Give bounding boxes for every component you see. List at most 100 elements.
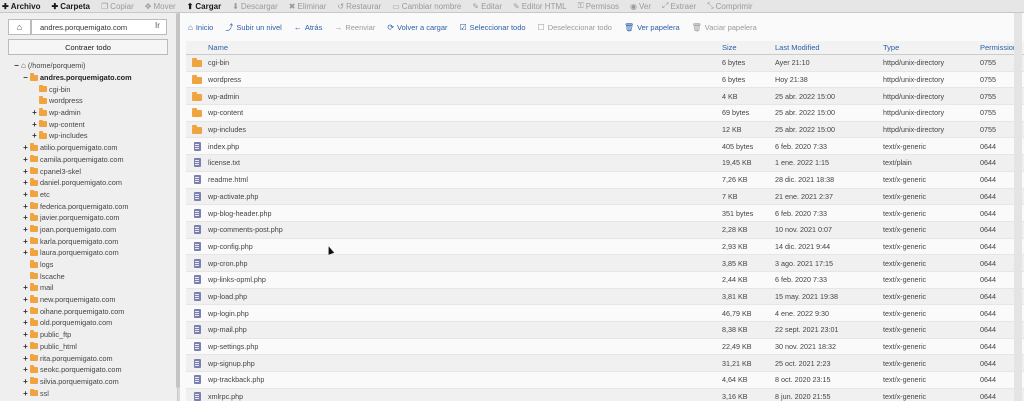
tree-item[interactable]: lscache <box>0 270 175 282</box>
table-row[interactable]: index.php 405 bytes 6 feb. 2020 7:33 text/x… <box>186 138 1024 156</box>
expand-icon[interactable]: + <box>22 202 29 211</box>
expand-icon[interactable]: + <box>22 178 29 187</box>
expand-icon[interactable]: + <box>22 377 29 386</box>
go-button[interactable]: Ir <box>155 21 160 30</box>
expand-icon[interactable]: + <box>22 318 29 327</box>
action-seleccionar-todo-button[interactable]: ☑ Seleccionar todo <box>460 23 526 32</box>
tree-item[interactable]: logs <box>0 259 175 271</box>
toolbar-cambiar-nombre-button[interactable]: ▭ Cambiar nombre <box>392 2 461 11</box>
expand-icon[interactable]: + <box>22 143 29 152</box>
tree-item[interactable]: + silvia.porquemigato.com <box>0 376 175 388</box>
header-type[interactable]: Type <box>883 43 980 52</box>
toolbar-descargar-button[interactable]: ⬇ Descargar <box>232 2 278 11</box>
tree-item[interactable]: + old.porquemigato.com <box>0 317 175 329</box>
tree-item[interactable]: + karla.porquemigato.com <box>0 235 175 247</box>
expand-icon[interactable]: + <box>22 167 29 176</box>
tree-item[interactable]: + wp-includes <box>0 130 175 142</box>
tree-item[interactable]: wordpress <box>0 95 175 107</box>
collapse-icon[interactable]: − <box>22 73 29 82</box>
toolbar-extraer-button[interactable]: ⤢ Extraer <box>662 1 696 11</box>
tree-item[interactable]: + cpanel3-skel <box>0 165 175 177</box>
toolbar-editor-html-button[interactable]: ✎ Editor HTML <box>513 2 567 11</box>
page-scrollbar[interactable] <box>1014 13 1022 401</box>
tree-item[interactable]: + new.porquemigato.com <box>0 294 175 306</box>
table-row[interactable]: cgi-bin 6 bytes Ayer 21:10 httpd/unix-direc… <box>186 55 1024 72</box>
table-row[interactable]: wp-signup.php 31,21 KB 25 oct. 2021 2:23 te… <box>186 355 1024 373</box>
expand-icon[interactable]: + <box>22 295 29 304</box>
expand-icon[interactable]: + <box>22 354 29 363</box>
table-row[interactable]: wp-load.php 3,81 KB 15 may. 2021 19:38 text… <box>186 288 1024 306</box>
collapse-all-button[interactable]: Contraer todo <box>8 39 168 55</box>
header-size[interactable]: Size <box>722 43 775 52</box>
expand-icon[interactable]: + <box>22 330 29 339</box>
expand-icon[interactable]: + <box>22 248 29 257</box>
tree-item[interactable]: + public_html <box>0 341 175 353</box>
tree-item[interactable]: + laura.porquemigato.com <box>0 247 175 259</box>
tree-item[interactable]: + oihane.porquemigato.com <box>0 305 175 317</box>
tree-item[interactable]: − ⌂ (/home/porquemi) <box>0 60 175 72</box>
expand-icon[interactable]: + <box>22 237 29 246</box>
header-name[interactable]: Name <box>208 43 722 52</box>
tree-item[interactable]: + rita.porquemigato.com <box>0 352 175 364</box>
toolbar-ver-button[interactable]: ◉ Ver <box>630 2 651 11</box>
toolbar-cargar-button[interactable]: ⬆ Cargar <box>187 2 222 11</box>
table-row[interactable]: wp-trackback.php 4,64 KB 8 oct. 2020 23:15… <box>186 372 1024 389</box>
path-input[interactable]: andres.porquemigato.com <box>31 19 167 35</box>
expand-icon[interactable]: + <box>31 131 38 140</box>
table-row[interactable]: wp-login.php 46,79 KB 4 ene. 2022 9:30 text… <box>186 305 1024 322</box>
table-row[interactable]: wp-links-opml.php 2,44 KB 6 feb. 2020 7:33… <box>186 271 1024 289</box>
tree-item[interactable]: + javier.porquemigato.com <box>0 212 175 224</box>
tree-item[interactable]: + seokc.porquemigato.com <box>0 364 175 376</box>
action-volver-a-cargar-button[interactable]: ⟳ Volver a cargar <box>387 23 447 32</box>
table-row[interactable]: wp-comments-post.php 2,28 KB 10 nov. 2021 … <box>186 221 1024 239</box>
table-row[interactable]: wp-includes 12 KB 25 abr. 2022 15:00 httpd/… <box>186 121 1024 139</box>
tree-item[interactable]: + camila.porquemigato.com <box>0 154 175 166</box>
toolbar-copiar-button[interactable]: ❐ Copiar <box>101 2 134 11</box>
toolbar-permisos-button[interactable]: ⚿ Permisos <box>578 1 619 11</box>
header-last-modified[interactable]: Last Modified <box>775 43 883 52</box>
table-row[interactable]: wordpress 6 bytes Hoy 21:38 httpd/unix-dire… <box>186 71 1024 89</box>
table-row[interactable]: wp-settings.php 22,49 KB 30 nov. 2021 18:3… <box>186 338 1024 356</box>
toolbar-restaurar-button[interactable]: ↺ Restaurar <box>337 2 381 11</box>
table-row[interactable]: wp-content 69 bytes 25 abr. 2022 15:00 http… <box>186 105 1024 122</box>
table-row[interactable]: wp-config.php 2,93 KB 14 dic. 2021 9:44 tex… <box>186 238 1024 256</box>
tree-item[interactable]: + daniel.porquemigato.com <box>0 177 175 189</box>
tree-item[interactable]: + mail <box>0 282 175 294</box>
table-row[interactable]: wp-activate.php 7 KB 21 ene. 2021 2:37 text… <box>186 188 1024 206</box>
expand-icon[interactable]: + <box>22 225 29 234</box>
collapse-icon[interactable]: − <box>13 61 20 70</box>
table-row[interactable]: wp-mail.php 8,38 KB 22 sept. 2021 23:01 tex… <box>186 322 1024 339</box>
expand-icon[interactable]: + <box>22 307 29 316</box>
toolbar-carpeta-button[interactable]: ✚ Carpeta <box>52 2 91 11</box>
tree-item[interactable]: + etc <box>0 189 175 201</box>
action-subir-un-nivel-button[interactable]: ⤴ Subir un nivel <box>225 22 281 33</box>
action-deseleccionar-todo-button[interactable]: ☐ Deseleccionar todo <box>538 23 612 32</box>
expand-icon[interactable]: + <box>22 155 29 164</box>
action-inicio-button[interactable]: ⌂ Inicio <box>188 23 213 32</box>
home-button[interactable]: ⌂ <box>8 19 31 35</box>
toolbar-archivo-button[interactable]: ✚ Archivo <box>2 2 41 11</box>
table-row[interactable]: readme.html 7,26 KB 28 dic. 2021 18:38 text… <box>186 171 1024 189</box>
toolbar-comprimir-button[interactable]: ⤡ Comprimir <box>707 1 752 11</box>
action-atrás-button[interactable]: ← Atrás <box>294 23 323 32</box>
action-vaciar-papelera-button[interactable]: 🗑 Vaciar papelera <box>692 23 757 32</box>
expand-icon[interactable]: + <box>22 213 29 222</box>
expand-icon[interactable]: + <box>22 190 29 199</box>
tree-item[interactable]: + wp-content <box>0 118 175 130</box>
tree-item[interactable]: + public_ftp <box>0 329 175 341</box>
tree-item[interactable]: + federica.porquemigato.com <box>0 200 175 212</box>
toolbar-editar-button[interactable]: ✎ Editar <box>472 2 502 11</box>
table-row[interactable]: license.txt 19,45 KB 1 ene. 2022 1:15 text/… <box>186 155 1024 172</box>
table-row[interactable]: wp-cron.php 3,85 KB 3 ago. 2021 17:15 text/… <box>186 255 1024 272</box>
expand-icon[interactable]: + <box>31 120 38 129</box>
action-reenviar-button[interactable]: → Reenviar <box>334 23 375 32</box>
table-row[interactable]: xmlrpc.php 3,16 KB 8 jun. 2020 21:55 text/x… <box>186 388 1024 401</box>
expand-icon[interactable]: + <box>22 342 29 351</box>
tree-item[interactable]: cgi-bin <box>0 83 175 95</box>
tree-item[interactable]: + joan.porquemigato.com <box>0 224 175 236</box>
table-row[interactable]: wp-admin 4 KB 25 abr. 2022 15:00 httpd/unix… <box>186 88 1024 106</box>
expand-icon[interactable]: + <box>22 365 29 374</box>
toolbar-eliminar-button[interactable]: ✖ Eliminar <box>289 2 327 11</box>
tree-item[interactable]: + ssl <box>0 387 175 399</box>
tree-item[interactable]: − andres.porquemigato.com <box>0 72 175 84</box>
